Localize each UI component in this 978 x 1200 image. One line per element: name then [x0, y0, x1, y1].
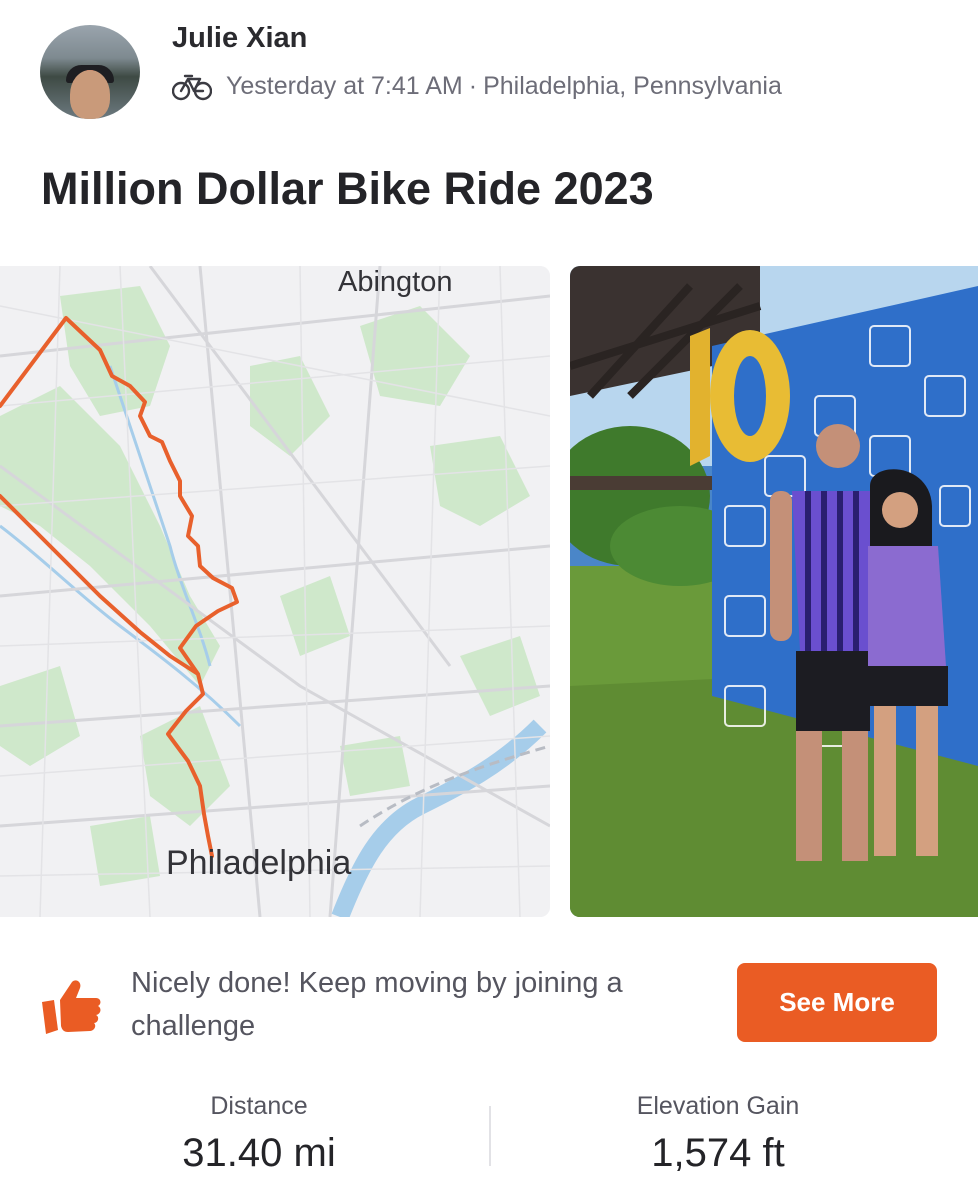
elevation-value: 1,574 ft	[651, 1131, 785, 1175]
distance-stat: Distance 31.40 mi	[94, 1092, 424, 1176]
activity-title[interactable]: Million Dollar Bike Ride 2023	[41, 163, 654, 215]
meta-separator: ·	[468, 72, 478, 100]
stats-divider	[489, 1106, 491, 1166]
map-label-south: Philadelphia	[166, 844, 352, 882]
thumbs-up-icon	[40, 978, 102, 1036]
avatar-face	[70, 70, 110, 119]
distance-label: Distance	[210, 1092, 308, 1120]
map-label-north: Abington	[338, 266, 453, 298]
route-map[interactable]: Abington Philadelphia	[0, 266, 550, 917]
challenge-prompt-text: Nicely done! Keep moving by joining a ch…	[131, 967, 623, 1042]
elevation-stat: Elevation Gain 1,574 ft	[553, 1092, 883, 1176]
athlete-name[interactable]: Julie Xian	[172, 22, 307, 55]
elevation-label: Elevation Gain	[636, 1092, 800, 1120]
activity-location: Philadelphia, Pennsylvania	[483, 72, 782, 100]
distance-value: 31.40 mi	[182, 1131, 336, 1175]
activity-meta: Yesterday at 7:41 AM · Philadelphia, Pen…	[171, 72, 782, 101]
activity-timestamp: Yesterday at 7:41 AM	[226, 72, 463, 100]
see-more-button[interactable]: See More	[737, 963, 937, 1042]
bike-icon	[171, 73, 213, 101]
athlete-avatar[interactable]	[40, 25, 140, 119]
activity-photo[interactable]: 10	[570, 266, 978, 917]
